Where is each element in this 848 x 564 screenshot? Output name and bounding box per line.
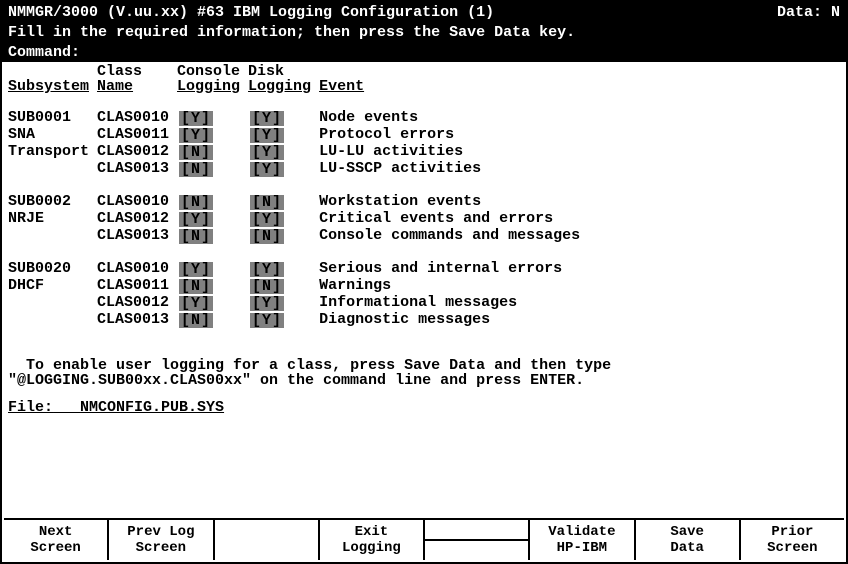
console-logging-field[interactable]: [N] — [177, 312, 248, 329]
instruction-bar: Fill in the required information; then p… — [2, 22, 846, 42]
console-logging-field[interactable]: [N] — [177, 278, 248, 295]
disk-logging-field[interactable]: [N] — [248, 278, 319, 295]
col-disk: DiskLogging — [248, 64, 319, 94]
class-cell: CLAS0012 — [97, 211, 177, 228]
col-console: ConsoleLogging — [177, 64, 248, 94]
disk-logging-field[interactable]: [Y] — [248, 261, 319, 278]
fkey-8[interactable]: PriorScreen — [741, 520, 844, 560]
fkey-6[interactable]: ValidateHP-IBM — [530, 520, 635, 560]
subsystem-cell: SUB0020 — [8, 261, 97, 278]
console-logging-field[interactable]: [Y] — [177, 295, 248, 312]
event-cell: Console commands and messages — [319, 228, 588, 245]
col-class: ClassName — [97, 64, 177, 94]
subsystem-cell: SNA — [8, 127, 97, 144]
subsystem-cell — [8, 161, 97, 178]
subsystem-cell — [8, 312, 97, 329]
data-indicator: Data: N — [777, 5, 840, 20]
console-logging-field[interactable]: [Y] — [177, 110, 248, 127]
console-logging-field[interactable]: [Y] — [177, 127, 248, 144]
class-cell: CLAS0011 — [97, 278, 177, 295]
class-cell: CLAS0010 — [97, 261, 177, 278]
subsystem-cell: Transport — [8, 144, 97, 161]
title-bar: NMMGR/3000 (V.uu.xx) #63 IBM Logging Con… — [2, 2, 846, 22]
event-cell: Workstation events — [319, 194, 588, 211]
console-logging-field[interactable]: [Y] — [177, 211, 248, 228]
class-cell: CLAS0013 — [97, 312, 177, 329]
function-keys: NextScreenPrev LogScreen ExitLogging Vali… — [4, 518, 844, 560]
event-cell: LU-SSCP activities — [319, 161, 588, 178]
disk-logging-field[interactable]: [Y] — [248, 161, 319, 178]
command-line[interactable]: Command: — [2, 42, 846, 62]
col-subsystem: Subsystem — [8, 64, 97, 94]
logging-table: Subsystem ClassName ConsoleLogging DiskL… — [8, 64, 588, 329]
class-cell: CLAS0010 — [97, 194, 177, 211]
event-cell: Diagnostic messages — [319, 312, 588, 329]
event-cell: Node events — [319, 110, 588, 127]
disk-logging-field[interactable]: [Y] — [248, 127, 319, 144]
disk-logging-field[interactable]: [N] — [248, 194, 319, 211]
event-cell: Protocol errors — [319, 127, 588, 144]
table-row: CLAS0013[N][Y]Diagnostic messages — [8, 312, 588, 329]
fkey-7[interactable]: SaveData — [636, 520, 741, 560]
table-row: DHCFCLAS0011[N][N]Warnings — [8, 278, 588, 295]
console-logging-field[interactable]: [Y] — [177, 261, 248, 278]
table-row: SUB0002CLAS0010[N][N]Workstation events — [8, 194, 588, 211]
app-title: NMMGR/3000 (V.uu.xx) #63 IBM Logging Con… — [8, 5, 494, 20]
event-cell: Warnings — [319, 278, 588, 295]
fkey-3[interactable] — [215, 520, 320, 560]
console-logging-field[interactable]: [N] — [177, 161, 248, 178]
console-logging-field[interactable]: [N] — [177, 144, 248, 161]
table-row: SUB0001CLAS0010[Y][Y]Node events — [8, 110, 588, 127]
event-cell: LU-LU activities — [319, 144, 588, 161]
disk-logging-field[interactable]: [Y] — [248, 295, 319, 312]
disk-logging-field[interactable]: [Y] — [248, 211, 319, 228]
disk-logging-field[interactable]: [Y] — [248, 110, 319, 127]
subsystem-cell: NRJE — [8, 211, 97, 228]
class-cell: CLAS0013 — [97, 228, 177, 245]
disk-logging-field[interactable]: [Y] — [248, 144, 319, 161]
subsystem-cell: SUB0002 — [8, 194, 97, 211]
fkey-5 — [425, 520, 530, 560]
class-cell: CLAS0013 — [97, 161, 177, 178]
table-row: SNACLAS0011[Y][Y]Protocol errors — [8, 127, 588, 144]
table-row: TransportCLAS0012[N][Y]LU-LU activities — [8, 144, 588, 161]
event-cell: Informational messages — [319, 295, 588, 312]
fkey-2[interactable]: Prev LogScreen — [109, 520, 214, 560]
class-cell: CLAS0012 — [97, 295, 177, 312]
class-cell: CLAS0010 — [97, 110, 177, 127]
col-event: Event — [319, 64, 588, 94]
disk-logging-field[interactable]: [Y] — [248, 312, 319, 329]
event-cell: Serious and internal errors — [319, 261, 588, 278]
console-logging-field[interactable]: [N] — [177, 194, 248, 211]
file-line: File: NMCONFIG.PUB.SYS — [8, 400, 840, 415]
fkey-1[interactable]: NextScreen — [4, 520, 109, 560]
subsystem-cell — [8, 295, 97, 312]
table-row: CLAS0012[Y][Y]Informational messages — [8, 295, 588, 312]
subsystem-cell: SUB0001 — [8, 110, 97, 127]
hint-text: To enable user logging for a class, pres… — [8, 343, 840, 388]
table-row: SUB0020CLAS0010[Y][Y]Serious and interna… — [8, 261, 588, 278]
table-row: NRJECLAS0012[Y][Y]Critical events and er… — [8, 211, 588, 228]
subsystem-cell — [8, 228, 97, 245]
fkey-4[interactable]: ExitLogging — [320, 520, 425, 560]
subsystem-cell: DHCF — [8, 278, 97, 295]
class-cell: CLAS0011 — [97, 127, 177, 144]
disk-logging-field[interactable]: [N] — [248, 228, 319, 245]
event-cell: Critical events and errors — [319, 211, 588, 228]
table-row: CLAS0013[N][N]Console commands and messa… — [8, 228, 588, 245]
console-logging-field[interactable]: [N] — [177, 228, 248, 245]
table-row: CLAS0013[N][Y]LU-SSCP activities — [8, 161, 588, 178]
class-cell: CLAS0012 — [97, 144, 177, 161]
